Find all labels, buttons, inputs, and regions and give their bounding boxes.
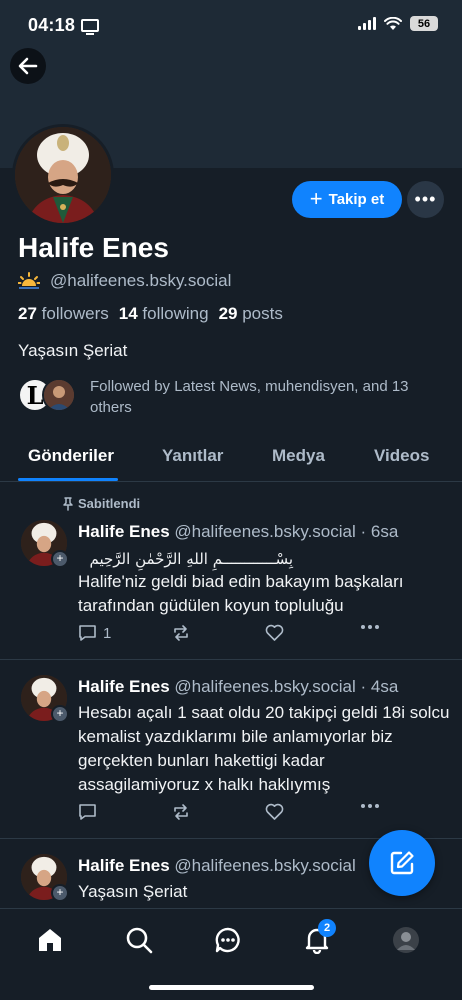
post-item[interactable]: + Halife Enes @halifeenes.bsky.social · …: [0, 661, 462, 839]
followers-label: followers: [41, 304, 109, 323]
wifi-icon: [384, 16, 402, 30]
reply-button[interactable]: [78, 803, 103, 821]
muhendisyen-avatar: [42, 378, 76, 412]
plus-icon: +: [309, 185, 323, 211]
compose-icon: [390, 851, 414, 875]
ellipsis-icon: [361, 804, 379, 808]
post-item[interactable]: Sabitlendi + Halife Enes @halifeenes.bsk…: [0, 496, 462, 660]
like-button[interactable]: [265, 803, 284, 820]
repost-icon: [174, 625, 188, 641]
followers-count: 27: [18, 304, 37, 323]
post-meta: @halifeenes.bsky.social · 4sa: [174, 677, 399, 696]
heart-icon: [265, 624, 284, 641]
reply-icon: [79, 625, 96, 641]
handle-row: @halifeenes.bsky.social: [18, 271, 231, 291]
nav-messages[interactable]: [213, 925, 243, 955]
follow-plus-icon[interactable]: +: [51, 705, 69, 723]
profile-avatar[interactable]: [12, 124, 114, 226]
post-arabic-line: بِسْــــــــــــمِ اللهِ الرَّحْمٰنِ الر…: [89, 550, 294, 568]
chat-icon: [215, 927, 240, 953]
cellular-signal-icon: [358, 17, 376, 30]
back-button[interactable]: [10, 48, 46, 84]
post-more-button[interactable]: [360, 624, 380, 630]
profile-handle: @halifeenes.bsky.social: [50, 271, 232, 290]
posts-count: 29: [218, 304, 238, 323]
sunrise-icon: [18, 272, 40, 289]
profile-bio: Yaşasın Şeriat: [18, 341, 128, 360]
known-followers-avatars: L: [18, 376, 82, 412]
pin-icon: [63, 496, 73, 511]
post-header: Halife Enes @halifeenes.bsky.social · 6s…: [78, 522, 448, 542]
following-stat[interactable]: 14 following: [119, 304, 209, 324]
tab-videos[interactable]: Videos: [374, 446, 429, 466]
arrow-left-icon: [18, 57, 38, 75]
display-name: Halife Enes: [18, 232, 169, 263]
status-time: 04:18: [28, 14, 76, 35]
pinned-text: Sabitlendi: [78, 496, 141, 511]
nav-notifications[interactable]: 2: [302, 919, 336, 955]
follow-plus-icon[interactable]: +: [51, 884, 69, 902]
posts-stat: 29 posts: [219, 304, 283, 324]
following-count: 14: [118, 304, 138, 323]
screen-mirroring-icon: [81, 18, 100, 35]
post-text: Halife'niz geldi biad edin bakayım başka…: [78, 572, 404, 615]
post-author-avatar[interactable]: +: [21, 520, 69, 568]
notifications-badge: 2: [318, 919, 336, 937]
nav-home[interactable]: [35, 925, 65, 955]
ellipsis-icon: [361, 625, 379, 629]
search-icon: [126, 927, 153, 954]
heart-icon: [265, 803, 284, 820]
compose-button[interactable]: [369, 830, 435, 896]
repost-icon: [174, 804, 188, 820]
active-tab-indicator: [18, 478, 118, 481]
repost-button[interactable]: [172, 803, 190, 821]
post-more-button[interactable]: [360, 803, 380, 809]
pinned-label: Sabitlendi: [62, 496, 140, 511]
post-text: Hesabı açalı 1 saat oldu 20 takipçi geld…: [78, 703, 450, 794]
post-author-avatar[interactable]: +: [21, 854, 69, 902]
post-meta: @halifeenes.bsky.social · 6sa: [174, 522, 399, 541]
post-actions: 1: [78, 624, 388, 648]
profile-avatar-icon: [393, 927, 419, 953]
ellipsis-icon: •••: [414, 189, 437, 209]
nav-search[interactable]: [124, 925, 154, 955]
follow-button[interactable]: + Takip et: [292, 181, 402, 218]
post-header: Halife Enes @halifeenes.bsky.social: [78, 856, 378, 876]
following-label: following: [142, 304, 209, 323]
post-actions: [78, 803, 388, 827]
follow-plus-icon[interactable]: +: [51, 550, 69, 568]
repost-button[interactable]: [172, 624, 190, 642]
home-icon: [39, 929, 61, 951]
tab-replies[interactable]: Yanıtlar: [162, 446, 223, 466]
post-meta: @halifeenes.bsky.social: [174, 856, 356, 875]
post-author-avatar[interactable]: +: [21, 675, 69, 723]
reply-button[interactable]: 1: [78, 624, 111, 642]
tab-posts[interactable]: Gönderiler: [28, 446, 114, 466]
post-header: Halife Enes @halifeenes.bsky.social · 4s…: [78, 677, 448, 697]
portrait-image: [15, 127, 111, 223]
profile-tabs: Gönderiler Yanıtlar Medya Videos: [0, 430, 462, 482]
post-author-name[interactable]: Halife Enes: [78, 856, 170, 875]
profile-stats: 27 followers 14 following 29 posts: [18, 304, 283, 324]
nav-profile[interactable]: [391, 925, 421, 955]
followed-by[interactable]: L Followed by Latest News, muhendisyen, …: [18, 376, 448, 418]
post-author-name[interactable]: Halife Enes: [78, 677, 170, 696]
post-author-name[interactable]: Halife Enes: [78, 522, 170, 541]
home-indicator: [149, 985, 314, 990]
follow-button-label: Takip et: [328, 191, 385, 208]
followed-by-text: Followed by Latest News, muhendisyen, an…: [90, 378, 409, 416]
posts-label: posts: [242, 304, 283, 323]
reply-count: 1: [103, 624, 112, 642]
reply-icon: [79, 804, 96, 820]
tab-media[interactable]: Medya: [272, 446, 325, 466]
status-indicators: 56: [358, 16, 438, 31]
followers-stat[interactable]: 27 followers: [18, 304, 109, 324]
like-button[interactable]: [265, 624, 284, 641]
battery-indicator: 56: [410, 16, 438, 31]
more-options-button[interactable]: •••: [407, 181, 444, 218]
